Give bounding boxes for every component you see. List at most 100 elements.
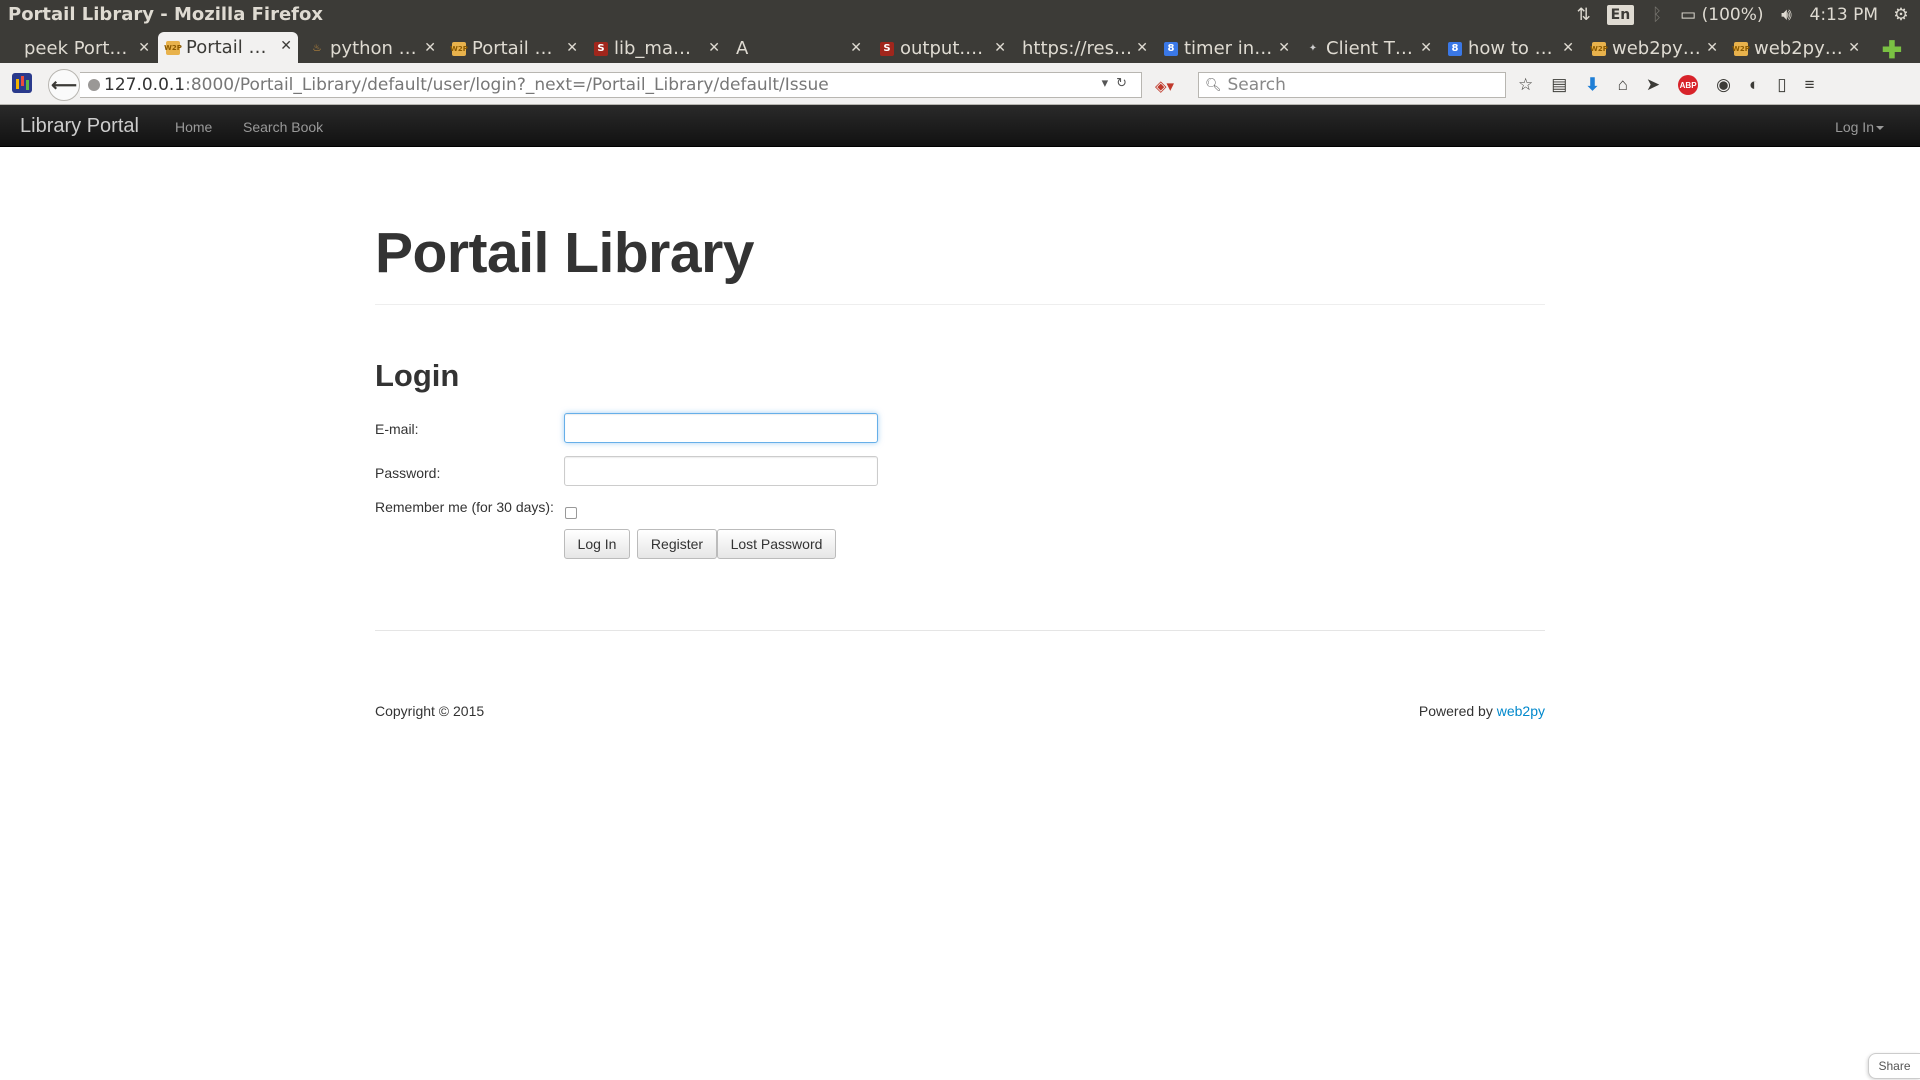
close-icon[interactable]: ✕ <box>138 40 150 56</box>
web2py-icon: W2P <box>1732 41 1750 56</box>
browser-tab[interactable]: peek Port… ✕ <box>16 34 156 63</box>
pocket-icon[interactable]: ◈▾ <box>1155 77 1174 95</box>
nav-login-label: Log In <box>1835 119 1874 135</box>
reload-icon[interactable]: ▾↻ <box>1102 76 1135 91</box>
page-header: Portail Library <box>375 220 1545 305</box>
password-field[interactable] <box>564 456 878 486</box>
browser-tab[interactable]: A ✕ <box>728 34 868 63</box>
url-path: :8000/Portail_Library/default/user/login… <box>185 75 829 95</box>
toolbar-icons: ☆ ▤ ⬇ ⌂ ➤ ABP ◉ ◐ ▯ ≡ <box>1518 73 1815 97</box>
url-host: 127.0.0.1 <box>104 75 186 95</box>
tab-label: A <box>736 38 749 59</box>
search-icon: 🔍︎ <box>1205 77 1222 93</box>
lost-password-button[interactable]: Lost Password <box>717 529 836 559</box>
close-icon[interactable]: ✕ <box>424 40 436 56</box>
close-icon[interactable]: ✕ <box>1562 40 1574 56</box>
battery-icon: ▭ <box>1680 4 1697 25</box>
stackoverflow-icon: S <box>880 41 894 56</box>
browser-tab[interactable]: 8 how to … ✕ <box>1440 34 1580 63</box>
nav-home-link[interactable]: Home <box>175 119 212 135</box>
page-title: Portail Library <box>375 221 754 285</box>
caret-down-icon <box>1876 126 1884 131</box>
close-icon[interactable]: ✕ <box>850 40 862 56</box>
stackoverflow-icon: S <box>594 41 608 56</box>
back-arrow-icon[interactable]: ⟵ <box>48 69 80 101</box>
nav-search-book-link[interactable]: Search Book <box>243 119 323 135</box>
python-icon: ♨ <box>312 43 322 54</box>
powered-by: Powered by web2py <box>1419 703 1545 719</box>
adblock-icon[interactable]: ABP <box>1678 75 1699 95</box>
reading-list-icon[interactable]: ▤ <box>1551 75 1567 95</box>
close-icon[interactable]: ✕ <box>708 40 720 56</box>
google-icon: 8 <box>1164 41 1178 56</box>
search-input[interactable]: 🔍︎ Search <box>1198 72 1506 98</box>
firefox-app-icon[interactable] <box>12 73 32 93</box>
network-icon[interactable]: ⇅ <box>1575 5 1593 25</box>
remember-me-checkbox[interactable] <box>565 507 577 519</box>
register-button[interactable]: Register <box>637 529 717 559</box>
email-label: E-mail: <box>375 421 419 437</box>
close-icon[interactable]: ✕ <box>1278 40 1290 56</box>
close-icon[interactable]: ✕ <box>1420 40 1432 56</box>
browser-tab[interactable]: 8 timer in… ✕ <box>1156 34 1296 63</box>
os-top-bar: Portail Library - Mozilla Firefox ⇅ En ᛒ… <box>0 0 1920 29</box>
browser-tab[interactable]: W2P Portail … ✕ <box>444 34 584 63</box>
browser-tab[interactable]: ♨ python … ✕ <box>302 34 442 63</box>
battery-percent: (100%) <box>1701 4 1764 25</box>
web2py-link[interactable]: web2py <box>1497 703 1545 719</box>
os-indicators: ⇅ En ᛒ ▭ (100%) 🔊︎ 4:13 PM ⚙ <box>1575 0 1910 29</box>
close-icon[interactable]: ✕ <box>1848 40 1860 56</box>
email-field[interactable] <box>564 413 878 443</box>
hamburger-menu-icon[interactable]: ≡ <box>1805 75 1815 95</box>
close-icon[interactable]: ✕ <box>1136 40 1148 56</box>
remember-me-label: Remember me (for 30 days): <box>375 499 554 515</box>
close-icon[interactable]: ✕ <box>994 40 1006 56</box>
search-placeholder: Search <box>1227 75 1286 95</box>
login-button[interactable]: Log In <box>564 529 630 559</box>
tab-strip: peek Port… ✕ W2P Portail … ✕ ♨ python … … <box>0 29 1920 65</box>
browser-tab[interactable]: https://res… ✕ <box>1014 34 1154 63</box>
send-icon[interactable]: ➤ <box>1646 75 1660 95</box>
url-bar[interactable]: 127.0.0.1:8000/Portail_Library/default/u… <box>80 72 1142 98</box>
extension-icon[interactable]: ◐ <box>1749 75 1759 95</box>
volume-icon[interactable]: 🔊︎ <box>1778 5 1796 25</box>
window-title: Portail Library - Mozilla Firefox <box>8 4 323 25</box>
browser-tab[interactable]: S output.… ✕ <box>872 34 1012 63</box>
powered-by-label: Powered by <box>1418 703 1493 719</box>
google-icon: 8 <box>1448 41 1462 56</box>
login-heading: Login <box>375 358 460 393</box>
share-button[interactable]: Share <box>1868 1053 1920 1079</box>
clipboard-icon[interactable]: ▯ <box>1777 75 1786 95</box>
bookmark-star-icon[interactable]: ☆ <box>1518 75 1533 95</box>
browser-tab[interactable]: W2P web2py… ✕ <box>1584 34 1724 63</box>
web2py-icon: W2P <box>1590 41 1608 56</box>
web2py-icon: W2P <box>450 41 468 56</box>
chat-icon[interactable]: ◉ <box>1716 75 1731 95</box>
browser-tab[interactable]: ✦ Client T… ✕ <box>1298 34 1438 63</box>
client-icon: ✦ <box>1308 43 1318 54</box>
password-label: Password: <box>375 465 441 481</box>
browser-tab[interactable]: W2P web2py… ✕ <box>1726 34 1866 63</box>
copyright-text: Copyright © 2015 <box>375 703 485 719</box>
brand-link[interactable]: Library Portal <box>20 115 139 138</box>
browser-tab[interactable]: S lib_ma… ✕ <box>586 34 726 63</box>
new-tab-plus-icon[interactable]: ✚ <box>1882 36 1902 65</box>
gear-icon[interactable]: ⚙ <box>1892 5 1910 25</box>
close-icon[interactable]: ✕ <box>280 38 292 54</box>
site-info-icon[interactable] <box>88 79 100 91</box>
tab-label: peek Port… <box>24 38 128 59</box>
keyboard-layout-indicator[interactable]: En <box>1606 4 1635 25</box>
home-icon[interactable]: ⌂ <box>1618 75 1628 95</box>
battery-indicator[interactable]: ▭ (100%) <box>1680 5 1763 25</box>
clock[interactable]: 4:13 PM <box>1810 5 1879 25</box>
close-icon[interactable]: ✕ <box>566 40 578 56</box>
tab-label: https://res… <box>1022 38 1132 59</box>
navigation-toolbar: ⟵ 127.0.0.1:8000/Portail_Library/default… <box>0 63 1920 105</box>
bluetooth-icon[interactable]: ᛒ <box>1648 5 1666 25</box>
browser-tab-active[interactable]: W2P Portail … ✕ <box>158 32 298 63</box>
download-icon[interactable]: ⬇ <box>1585 75 1599 95</box>
nav-login-dropdown[interactable]: Log In <box>1835 119 1884 135</box>
site-navbar: Library Portal Home Search Book Log In <box>0 105 1920 147</box>
close-icon[interactable]: ✕ <box>1706 40 1718 56</box>
footer-divider <box>375 630 1545 631</box>
